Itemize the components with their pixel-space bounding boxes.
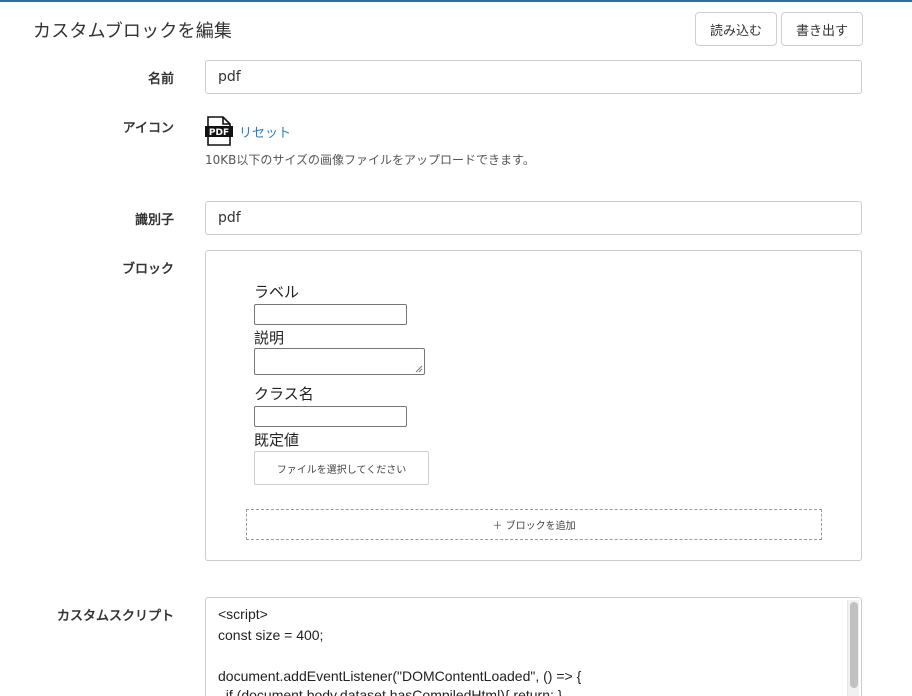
pdf-file-icon[interactable]: PDF [205, 116, 233, 146]
block-label: ブロック [121, 262, 174, 277]
code-scrollbar[interactable] [847, 600, 859, 696]
code-line: const size = 400; [218, 627, 324, 643]
pdf-icon-text: PDF [209, 128, 229, 138]
icon-help-text: 10KB以下のサイズの画像ファイルをアップロードできます。 [205, 153, 535, 167]
reset-link[interactable]: リセット [239, 122, 291, 141]
icon-row: PDF リセット [205, 116, 291, 146]
page-title: カスタムブロックを編集 [33, 21, 233, 42]
add-block-button[interactable]: ＋ ブロックを追加 [246, 509, 822, 540]
custom-script-editor[interactable]: <script> const size = 400; document.addE… [205, 597, 862, 696]
block-field-default-title: 既定値 [254, 431, 300, 449]
code-line: <script> [218, 606, 268, 622]
code-line: document.addEventListener("DOMContentLoa… [218, 668, 582, 684]
block-field-label-title: ラベル [254, 283, 300, 301]
icon-label: アイコン [122, 121, 174, 136]
export-button[interactable]: 書き出す [781, 12, 863, 46]
block-field-classname-title: クラス名 [254, 385, 314, 403]
code-scrollbar-thumb[interactable] [850, 602, 858, 688]
top-accent-bar [0, 0, 912, 2]
name-label: 名前 [147, 72, 174, 87]
file-select-button[interactable]: ファイルを選択してください [254, 451, 429, 485]
custom-script-label: カスタムスクリプト [56, 609, 174, 624]
name-input[interactable] [205, 60, 862, 94]
block-label-input[interactable] [254, 304, 407, 325]
resize-handle-icon[interactable] [415, 365, 423, 373]
code-line: if (document.body.dataset.hasCompiledHtm… [218, 687, 563, 696]
import-button[interactable]: 読み込む [695, 12, 777, 46]
block-description-textarea[interactable] [254, 348, 425, 375]
identifier-input[interactable] [205, 201, 862, 235]
block-field-description-title: 説明 [254, 329, 285, 347]
block-editor: ラベル 説明 クラス名 既定値 ファイルを選択してください ＋ ブロックを追加 [205, 250, 862, 561]
identifier-label: 識別子 [134, 213, 174, 228]
block-classname-input[interactable] [254, 406, 407, 427]
